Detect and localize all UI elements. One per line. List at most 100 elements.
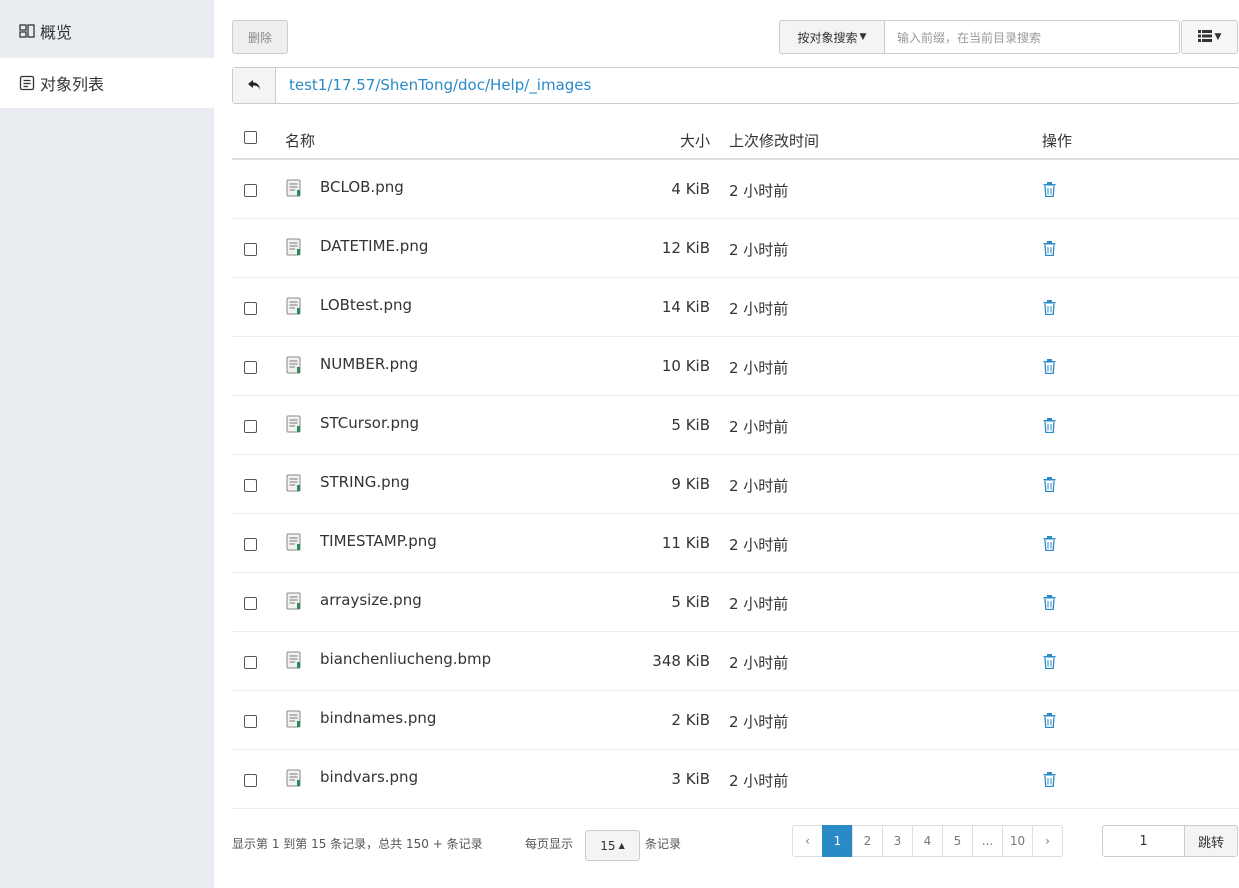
file-modified: 2 小时前 [729, 477, 789, 495]
caret-down-icon: ▼ [859, 32, 867, 42]
row-checkbox[interactable] [244, 184, 257, 197]
file-name[interactable]: bindnames.png [320, 709, 436, 727]
table-row[interactable]: DATETIME.png 12 KiB 2 小时前 [232, 219, 1239, 278]
delete-icon[interactable] [1043, 654, 1056, 670]
table-row[interactable]: STRING.png 9 KiB 2 小时前 [232, 455, 1239, 514]
file-name[interactable]: STCursor.png [320, 414, 419, 432]
header-modified[interactable]: 上次修改时间 [729, 130, 819, 151]
file-size: 14 KiB [661, 298, 710, 316]
pagination: ‹ 1 2 3 4 5... 10 › [792, 825, 1063, 857]
table-row[interactable]: BCLOB.png 4 KiB 2 小时前 [232, 160, 1239, 219]
file-name[interactable]: arraysize.png [320, 591, 422, 609]
delete-icon[interactable] [1043, 300, 1056, 316]
row-checkbox[interactable] [244, 361, 257, 374]
file-name[interactable]: LOBtest.png [320, 296, 412, 314]
row-checkbox[interactable] [244, 479, 257, 492]
file-name[interactable]: bianchenliucheng.bmp [320, 650, 491, 668]
delete-icon[interactable] [1043, 713, 1056, 729]
file-modified: 2 小时前 [729, 418, 789, 436]
sidebar-item-overview[interactable]: 概览 [0, 6, 214, 56]
row-checkbox[interactable] [244, 597, 257, 610]
search-by-dropdown[interactable]: 按对象搜索 ▼ [779, 20, 885, 54]
file-size: 12 KiB [661, 239, 710, 257]
header-size[interactable]: 大小 [680, 130, 710, 151]
table-row[interactable]: STCursor.png 5 KiB 2 小时前 [232, 396, 1239, 455]
caret-up-icon: ▲ [618, 841, 625, 850]
row-checkbox[interactable] [244, 715, 257, 728]
main-content: 删除 按对象搜索 ▼ 输入前缀，在当前目录搜索 ▼ test1/17.57/Sh… [232, 0, 1239, 888]
delete-icon[interactable] [1043, 536, 1056, 552]
file-name[interactable]: TIMESTAMP.png [320, 532, 437, 550]
table-row[interactable]: arraysize.png 5 KiB 2 小时前 [232, 573, 1239, 632]
page-button[interactable]: 1 [822, 825, 853, 857]
path-breadcrumb[interactable]: test1/17.57/ShenTong/doc/Help/_images [289, 68, 591, 103]
page-button[interactable]: 2 [852, 825, 883, 857]
jump-page-input[interactable]: 1 [1102, 825, 1185, 857]
per-page-prefix: 每页显示 [525, 837, 574, 851]
jump-button[interactable]: 跳转 [1184, 825, 1238, 857]
select-all-checkbox[interactable] [244, 131, 257, 144]
file-icon [286, 474, 302, 492]
page-size-value: 15 [600, 838, 616, 853]
page-button[interactable]: ... [972, 825, 1003, 857]
page-button[interactable]: 10 [1002, 825, 1033, 857]
back-button[interactable] [233, 68, 276, 103]
file-icon [286, 710, 302, 728]
file-modified: 2 小时前 [729, 654, 789, 672]
row-checkbox[interactable] [244, 420, 257, 433]
delete-icon[interactable] [1043, 418, 1056, 434]
list-icon [18, 74, 36, 92]
search-by-label: 按对象搜索 [797, 30, 858, 45]
row-checkbox[interactable] [244, 656, 257, 669]
sidebar-item-label: 对象列表 [40, 75, 105, 94]
file-name[interactable]: BCLOB.png [320, 178, 404, 196]
table-row[interactable]: LOBtest.png 14 KiB 2 小时前 [232, 278, 1239, 337]
file-name[interactable]: NUMBER.png [320, 355, 418, 373]
row-checkbox[interactable] [244, 774, 257, 787]
view-toggle-button[interactable]: ▼ [1181, 20, 1238, 54]
file-modified: 2 小时前 [729, 536, 789, 554]
back-arrow-icon [247, 76, 261, 95]
sidebar-item-objects[interactable]: 对象列表 [0, 58, 214, 108]
delete-icon[interactable] [1043, 241, 1056, 257]
file-icon [286, 651, 302, 669]
prev-page-button[interactable]: ‹ [792, 825, 823, 857]
per-page-suffix: 条记录 [645, 837, 682, 851]
file-name[interactable]: STRING.png [320, 473, 410, 491]
delete-icon[interactable] [1043, 772, 1056, 788]
file-size: 3 KiB [671, 770, 710, 788]
row-checkbox[interactable] [244, 538, 257, 551]
table-row[interactable]: bianchenliucheng.bmp 348 KiB 2 小时前 [232, 632, 1239, 691]
pagination-summary: 显示第 1 到第 15 条记录，总共 150 + 条记录 [232, 837, 483, 851]
file-icon [286, 356, 302, 374]
file-size: 11 KiB [661, 534, 710, 552]
page-button[interactable]: 3 [882, 825, 913, 857]
table-row[interactable]: NUMBER.png 10 KiB 2 小时前 [232, 337, 1239, 396]
list-view-icon [1197, 29, 1212, 45]
file-modified: 2 小时前 [729, 713, 789, 731]
caret-down-icon: ▼ [1214, 32, 1222, 42]
table-row[interactable]: TIMESTAMP.png 11 KiB 2 小时前 [232, 514, 1239, 573]
file-icon [286, 769, 302, 787]
file-size: 10 KiB [661, 357, 710, 375]
file-icon [286, 533, 302, 551]
header-name[interactable]: 名称 [285, 130, 315, 151]
page-size-dropdown[interactable]: 15 ▲ [585, 830, 640, 861]
file-icon [286, 297, 302, 315]
search-input[interactable]: 输入前缀，在当前目录搜索 [884, 20, 1180, 54]
delete-icon[interactable] [1043, 182, 1056, 198]
row-checkbox[interactable] [244, 302, 257, 315]
delete-icon[interactable] [1043, 595, 1056, 611]
page-button[interactable]: 4 [912, 825, 943, 857]
table-row[interactable]: bindvars.png 3 KiB 2 小时前 [232, 750, 1239, 809]
page-button[interactable]: 5 [942, 825, 973, 857]
delete-button[interactable]: 删除 [232, 20, 288, 54]
delete-icon[interactable] [1043, 477, 1056, 493]
file-size: 348 KiB [652, 652, 710, 670]
file-name[interactable]: DATETIME.png [320, 237, 428, 255]
table-row[interactable]: bindnames.png 2 KiB 2 小时前 [232, 691, 1239, 750]
next-page-button[interactable]: › [1032, 825, 1063, 857]
row-checkbox[interactable] [244, 243, 257, 256]
file-name[interactable]: bindvars.png [320, 768, 418, 786]
delete-icon[interactable] [1043, 359, 1056, 375]
